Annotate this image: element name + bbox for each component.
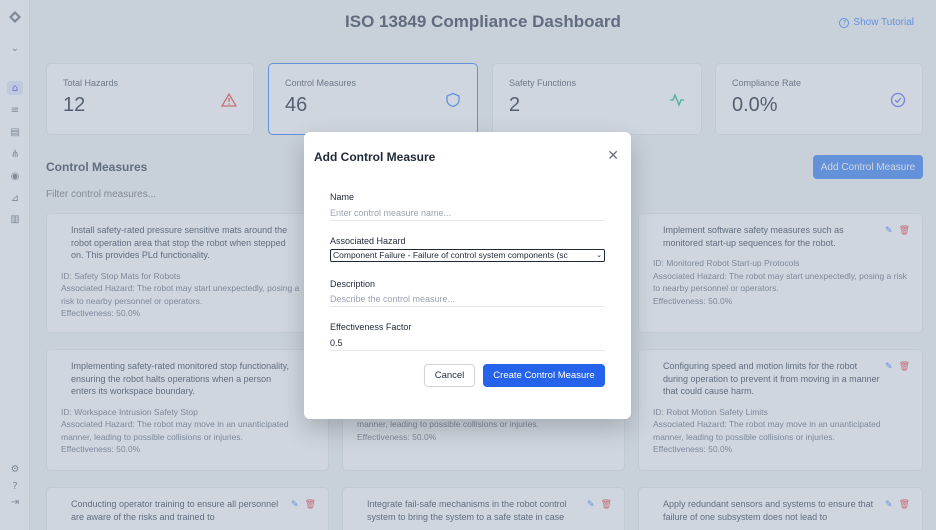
name-label: Name bbox=[330, 192, 355, 202]
name-input[interactable] bbox=[330, 205, 605, 221]
close-icon[interactable]: ✕ bbox=[607, 148, 619, 164]
cancel-button[interactable]: Cancel bbox=[424, 364, 475, 387]
chevron-down-icon: ⌄ bbox=[596, 251, 602, 259]
associated-hazard-select[interactable]: Component Failure - Failure of control s… bbox=[330, 249, 605, 262]
effectiveness-input[interactable] bbox=[330, 335, 605, 351]
dialog-title: Add Control Measure bbox=[314, 150, 436, 164]
create-control-measure-button[interactable]: Create Control Measure bbox=[483, 364, 605, 387]
effectiveness-label: Effectiveness Factor bbox=[330, 322, 412, 332]
associated-hazard-value: Component Failure - Failure of control s… bbox=[333, 250, 568, 260]
associated-hazard-label: Associated Hazard bbox=[330, 236, 406, 246]
description-label: Description bbox=[330, 279, 376, 289]
add-control-measure-dialog: Add Control Measure ✕ Name Associated Ha… bbox=[304, 132, 631, 419]
description-input[interactable] bbox=[330, 291, 605, 307]
